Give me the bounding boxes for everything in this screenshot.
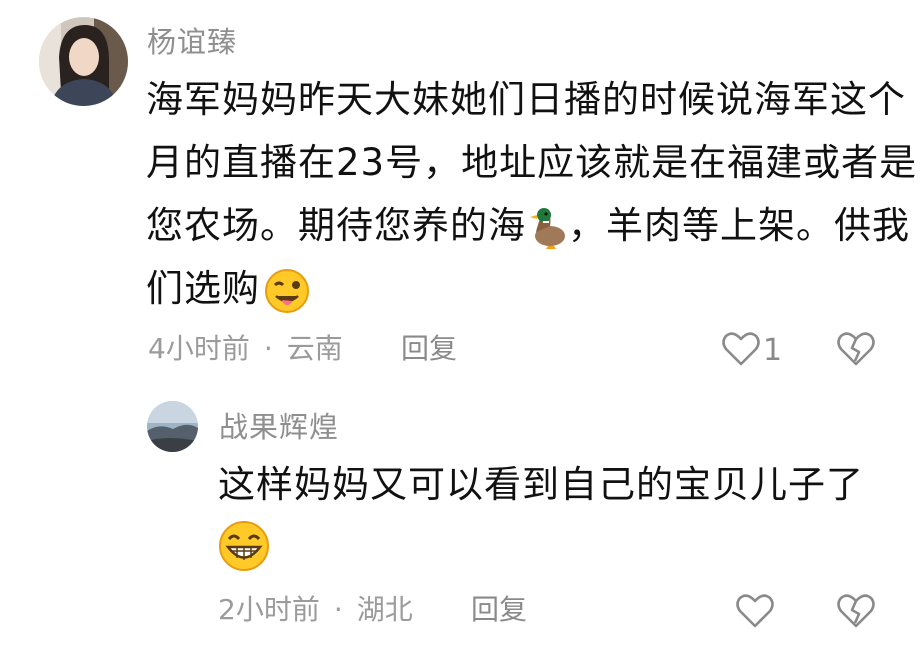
reply-button[interactable]: 回复 bbox=[401, 335, 457, 363]
dislike-button[interactable] bbox=[836, 330, 876, 372]
broken-heart-icon bbox=[836, 594, 876, 634]
comment-meta: 4小时前 · 云南 bbox=[148, 335, 343, 363]
comment-text: 您农场。期待您养的海 bbox=[146, 204, 526, 247]
separator: · bbox=[263, 332, 273, 365]
comment-text: ，羊肉等上架。供我 bbox=[568, 204, 910, 247]
comment-line: 海军妈妈昨天大妹她们日播的时候说海军这个 bbox=[146, 78, 906, 121]
timestamp: 2小时前 bbox=[218, 593, 320, 626]
avatar[interactable] bbox=[147, 401, 198, 452]
grin-emoji bbox=[218, 520, 270, 572]
comment-line: 月的直播在23号，地址应该就是在福建或者是 bbox=[146, 141, 918, 184]
heart-icon bbox=[735, 594, 775, 634]
separator: · bbox=[333, 593, 343, 626]
avatar[interactable] bbox=[39, 17, 128, 106]
like-button[interactable] bbox=[735, 592, 775, 634]
comment-line-with-emoji: 您农场。期待您养的海 ，羊肉等上架。供我 bbox=[146, 194, 910, 257]
comment-text: 们选购 bbox=[146, 267, 260, 310]
broken-heart-icon bbox=[836, 332, 876, 372]
like-count: 1 bbox=[763, 333, 783, 368]
wink-tongue-emoji bbox=[264, 268, 310, 314]
location: 云南 bbox=[286, 332, 343, 365]
comment-meta: 2小时前 · 湖北 bbox=[218, 596, 413, 624]
timestamp: 4小时前 bbox=[148, 332, 250, 365]
heart-icon bbox=[721, 330, 761, 372]
duck-emoji bbox=[528, 206, 566, 250]
username[interactable]: 战果辉煌 bbox=[219, 413, 339, 442]
comment-line-with-emoji: 们选购 bbox=[146, 257, 310, 320]
comment-line: 这样妈妈又可以看到自己的宝贝儿子了 bbox=[218, 463, 864, 506]
location: 湖北 bbox=[356, 593, 413, 626]
username[interactable]: 杨谊臻 bbox=[147, 28, 237, 57]
reply-button[interactable]: 回复 bbox=[471, 596, 527, 624]
like-button[interactable]: 1 bbox=[721, 330, 782, 372]
dislike-button[interactable] bbox=[836, 592, 876, 634]
